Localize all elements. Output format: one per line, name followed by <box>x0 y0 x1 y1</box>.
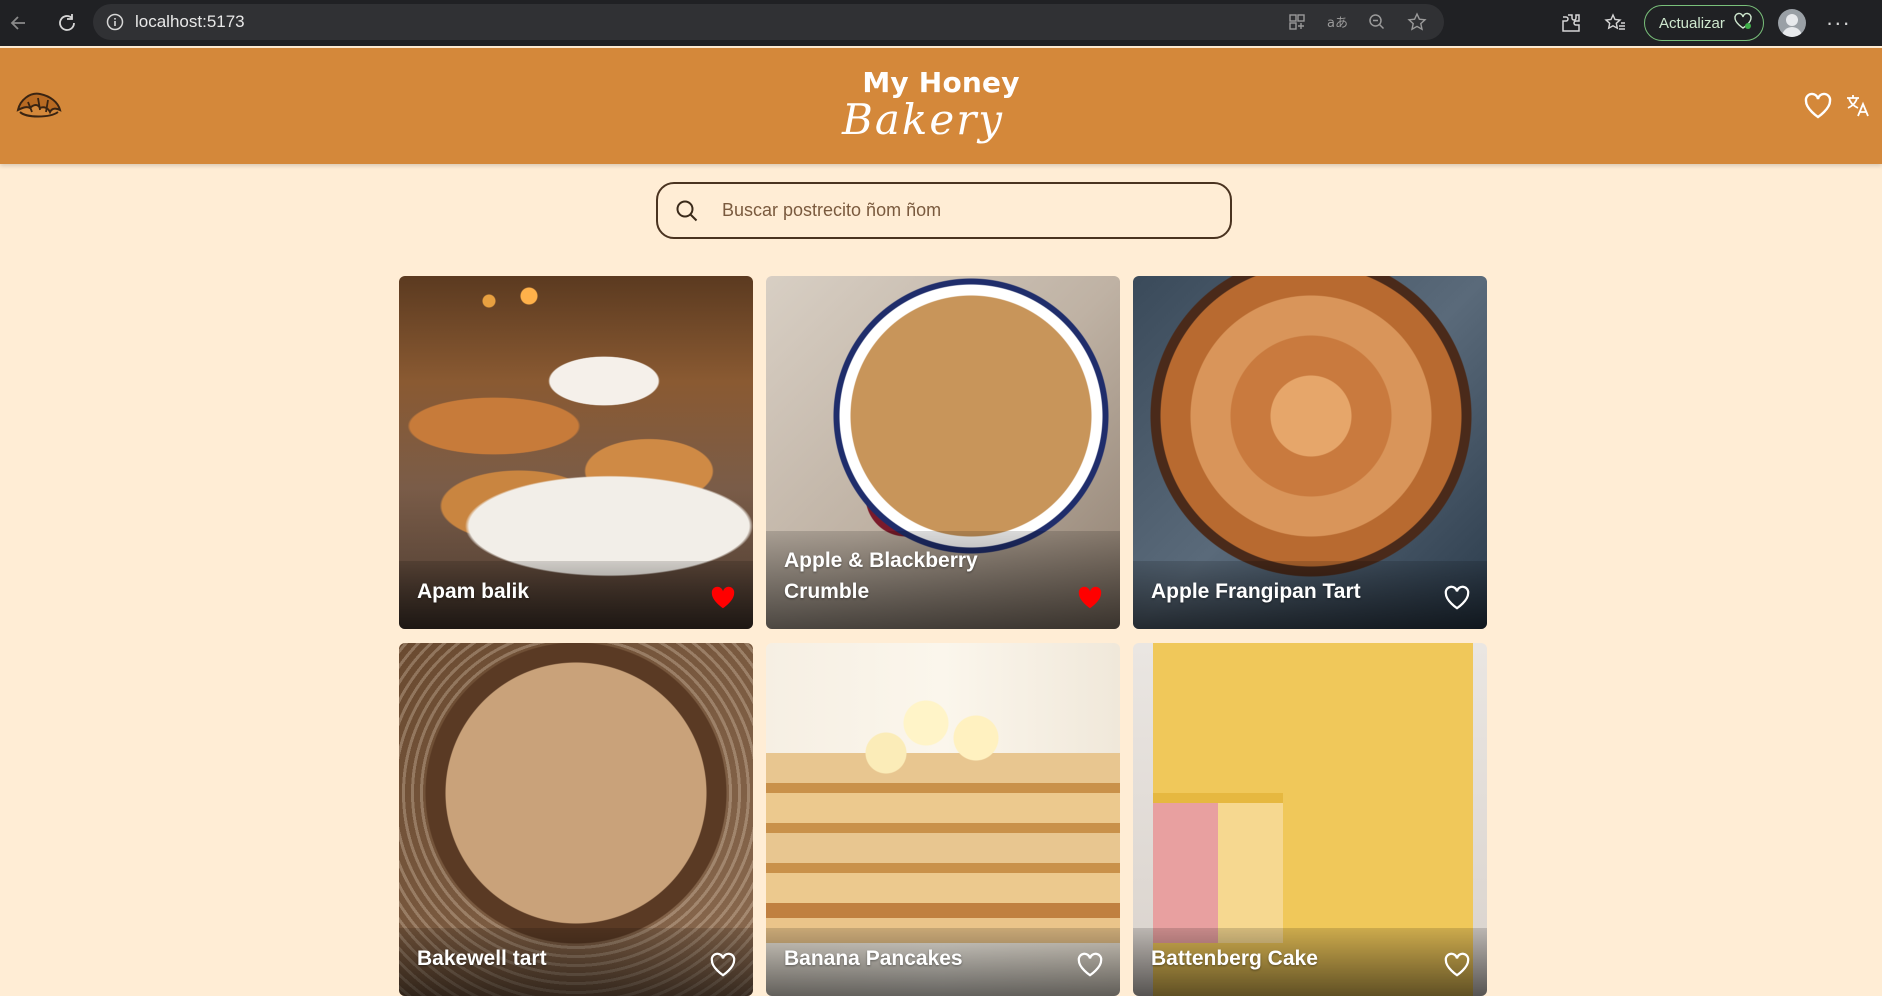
search-icon <box>672 196 702 226</box>
favorite-filled-heart-icon[interactable] <box>709 585 737 611</box>
dessert-name: Apple & Blackberry Crumble <box>784 549 978 603</box>
favorite-outline-heart-icon[interactable] <box>709 952 737 978</box>
back-arrow-icon[interactable] <box>4 8 34 38</box>
dessert-name: Battenberg Cake <box>1151 947 1318 970</box>
favorite-outline-heart-icon[interactable] <box>1443 952 1471 978</box>
dessert-grid: Apam balik Apple & Blackberry Crumble Ap… <box>399 276 1489 996</box>
site-info-icon[interactable] <box>105 12 125 32</box>
brand-line2: Bakery <box>841 95 1004 144</box>
search-bar[interactable] <box>656 182 1232 239</box>
favorites-icon[interactable] <box>1600 8 1630 38</box>
browser-toolbar: localhost:5173 aあ Actualizar ··· <box>0 0 1882 46</box>
dessert-card[interactable]: Banana Pancakes <box>766 643 1120 996</box>
favorite-filled-heart-icon[interactable] <box>1076 585 1104 611</box>
favorites-heart-icon[interactable] <box>1803 92 1833 120</box>
profile-avatar[interactable] <box>1777 9 1806 37</box>
dessert-card[interactable]: Apam balik <box>399 276 753 629</box>
url-text: localhost:5173 <box>135 12 245 31</box>
favorite-outline-heart-icon[interactable] <box>1443 585 1471 611</box>
health-heart-icon <box>1733 12 1753 34</box>
dessert-name: Bakewell tart <box>417 947 547 970</box>
app-available-icon[interactable] <box>1286 11 1308 33</box>
extensions-icon[interactable] <box>1556 8 1586 38</box>
svg-text:aあ: aあ <box>1327 16 1347 31</box>
app-header: My Honey Bakery <box>0 48 1882 164</box>
dessert-card[interactable]: Apple Frangipan Tart <box>1133 276 1487 629</box>
dessert-card[interactable]: Apple & Blackberry Crumble <box>766 276 1120 629</box>
address-bar[interactable]: localhost:5173 aあ <box>93 4 1444 40</box>
dessert-name: Apam balik <box>417 580 530 603</box>
reload-icon[interactable] <box>52 8 82 38</box>
favorite-outline-heart-icon[interactable] <box>1076 952 1104 978</box>
search-input[interactable] <box>722 200 1162 221</box>
more-options-icon[interactable]: ··· <box>1826 10 1851 36</box>
update-button[interactable]: Actualizar <box>1644 5 1764 41</box>
translate-icon[interactable] <box>1845 92 1871 118</box>
dessert-name: Apple Frangipan Tart <box>1151 580 1361 603</box>
dessert-name: Banana Pancakes <box>784 947 963 970</box>
favorite-star-icon[interactable] <box>1406 11 1428 33</box>
update-label: Actualizar <box>1659 14 1725 32</box>
zoom-out-icon[interactable] <box>1366 11 1388 33</box>
read-aloud-icon[interactable]: aあ <box>1326 11 1348 33</box>
dessert-card[interactable]: Battenberg Cake <box>1133 643 1487 996</box>
dessert-card[interactable]: Bakewell tart <box>399 643 753 996</box>
brand-title: My Honey Bakery <box>0 66 1882 144</box>
